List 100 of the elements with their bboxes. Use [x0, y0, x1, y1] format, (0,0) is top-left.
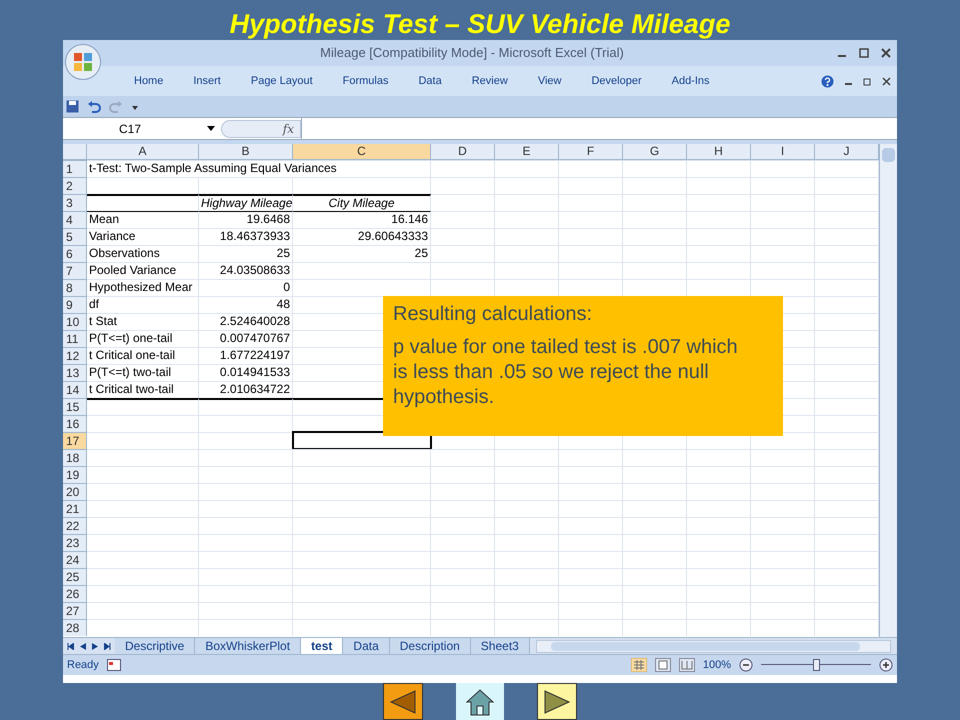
redo-icon[interactable] — [109, 100, 123, 112]
column-header[interactable]: C — [293, 144, 431, 160]
row-header[interactable]: 21 — [63, 500, 87, 517]
office-logo-icon[interactable] — [65, 44, 101, 80]
row-header[interactable]: 23 — [63, 534, 87, 551]
column-header[interactable]: A — [87, 144, 199, 160]
close-icon[interactable] — [881, 48, 891, 58]
zoom-slider[interactable] — [761, 659, 871, 671]
ribbon-tab[interactable]: Data — [403, 72, 457, 90]
sheet-tab[interactable]: test — [301, 638, 344, 654]
maximize-icon[interactable] — [859, 48, 869, 58]
normal-view-icon[interactable] — [630, 658, 647, 672]
row-header[interactable]: 16 — [63, 415, 87, 432]
column-header[interactable]: I — [751, 144, 815, 160]
row-header[interactable]: 5 — [63, 228, 87, 245]
grid-cell[interactable]: 25 — [293, 245, 431, 262]
row-header[interactable]: 22 — [63, 517, 87, 534]
row-header[interactable]: 18 — [63, 449, 87, 466]
row-header[interactable]: 19 — [63, 466, 87, 483]
ribbon-tab[interactable]: Formulas — [328, 72, 404, 90]
grid-cell[interactable]: 2.524640028 — [199, 313, 293, 330]
ribbon-tab[interactable]: Review — [456, 72, 523, 90]
select-all-corner[interactable] — [63, 144, 87, 160]
vertical-scrollbar[interactable] — [879, 144, 897, 637]
slider-thumb[interactable] — [813, 659, 820, 671]
row-header[interactable]: 26 — [63, 585, 87, 602]
grid-cell[interactable]: 0.007470767 — [199, 330, 293, 347]
grid-cell[interactable]: Variance — [87, 228, 199, 245]
ribbon-tab[interactable]: Developer — [576, 72, 657, 90]
row-header[interactable]: 24 — [63, 551, 87, 568]
zoom-level[interactable]: 100% — [702, 656, 731, 674]
grid-cell[interactable]: Mean — [87, 211, 199, 228]
row-header[interactable]: 25 — [63, 568, 87, 585]
grid-cell[interactable]: 0.014941533 — [199, 364, 293, 381]
row-header[interactable]: 1 — [63, 160, 87, 177]
grid-cell[interactable]: 16.146 — [293, 211, 431, 228]
next-sheet-icon[interactable] — [92, 642, 98, 650]
column-header[interactable]: D — [431, 144, 495, 160]
sheet-tab[interactable]: Description — [390, 638, 471, 654]
grid-cell[interactable]: City Mileage — [293, 194, 431, 211]
page-layout-icon[interactable] — [654, 658, 671, 672]
grid-cell[interactable]: Pooled Variance — [87, 262, 199, 279]
grid-cell[interactable] — [87, 194, 199, 211]
column-header[interactable]: B — [199, 144, 293, 160]
sheet-tab[interactable]: Descriptive — [115, 638, 196, 654]
grid-cell[interactable]: 48 — [199, 296, 293, 313]
grid-cell[interactable]: df — [87, 296, 199, 313]
scroll-thumb[interactable] — [882, 148, 895, 162]
grid-cell[interactable] — [199, 398, 293, 415]
row-header[interactable]: 27 — [63, 602, 87, 619]
ribbon-tab[interactable]: Insert — [178, 72, 236, 90]
grid-cell[interactable]: 2.010634722 — [199, 381, 293, 398]
grid-cell[interactable]: 18.46373933 — [199, 228, 293, 245]
row-header[interactable]: 17 — [63, 432, 87, 449]
grid-cell[interactable]: 29.60643333 — [293, 228, 431, 245]
previous-sheet-icon[interactable] — [80, 642, 86, 650]
grid-cell[interactable]: t Stat — [87, 313, 199, 330]
row-header[interactable]: 6 — [63, 245, 87, 262]
previous-button[interactable] — [383, 683, 423, 720]
undo-icon[interactable] — [87, 100, 101, 112]
zoom-out-icon[interactable] — [739, 658, 753, 672]
page-break-icon[interactable] — [678, 658, 695, 672]
restore-icon[interactable] — [863, 76, 872, 86]
column-header[interactable]: G — [623, 144, 687, 160]
grid-cell[interactable]: Hypothesized Mear — [87, 279, 199, 296]
row-header[interactable]: 2 — [63, 177, 87, 194]
row-header[interactable]: 13 — [63, 364, 87, 381]
grid-cell[interactable]: P(T<=t) two-tail — [87, 364, 199, 381]
next-button[interactable] — [537, 683, 577, 720]
grid-cell[interactable]: Observations — [87, 245, 199, 262]
row-header[interactable]: 10 — [63, 313, 87, 330]
grid-cell[interactable]: 24.03508633 — [199, 262, 293, 279]
grid-cell[interactable]: t Critical two-tail — [87, 381, 199, 398]
formula-button[interactable]: fx — [221, 120, 301, 138]
sheet-tab[interactable]: Data — [343, 638, 390, 654]
row-header[interactable]: 4 — [63, 211, 87, 228]
row-header[interactable]: 12 — [63, 347, 87, 364]
row-header[interactable]: 20 — [63, 483, 87, 500]
row-header[interactable]: 11 — [63, 330, 87, 347]
column-header[interactable]: J — [815, 144, 879, 160]
home-button[interactable] — [456, 683, 504, 720]
grid-cell[interactable]: 19.6468 — [199, 211, 293, 228]
ribbon-tab[interactable]: Page Layout — [236, 72, 328, 90]
horizontal-scrollbar[interactable] — [536, 640, 891, 652]
last-sheet-icon[interactable] — [104, 642, 111, 650]
column-header[interactable]: H — [687, 144, 751, 160]
zoom-in-icon[interactable] — [879, 658, 893, 672]
row-header[interactable]: 7 — [63, 262, 87, 279]
row-header[interactable]: 28 — [63, 619, 87, 636]
row-header[interactable]: 3 — [63, 194, 87, 211]
sheet-tab[interactable]: BoxWhiskerPlot — [195, 638, 302, 654]
close-icon[interactable] — [882, 76, 891, 86]
grid-cell[interactable] — [87, 398, 199, 415]
grid-cell[interactable]: t Critical one-tail — [87, 347, 199, 364]
ribbon-tab[interactable]: Home — [119, 72, 178, 90]
grid-cell[interactable]: 1.677224197 — [199, 347, 293, 364]
active-cell[interactable] — [293, 432, 431, 449]
grid-cell[interactable]: t-Test: Two-Sample Assuming Equal Variances — [87, 160, 431, 177]
first-sheet-icon[interactable] — [67, 642, 74, 650]
row-header[interactable]: 8 — [63, 279, 87, 296]
